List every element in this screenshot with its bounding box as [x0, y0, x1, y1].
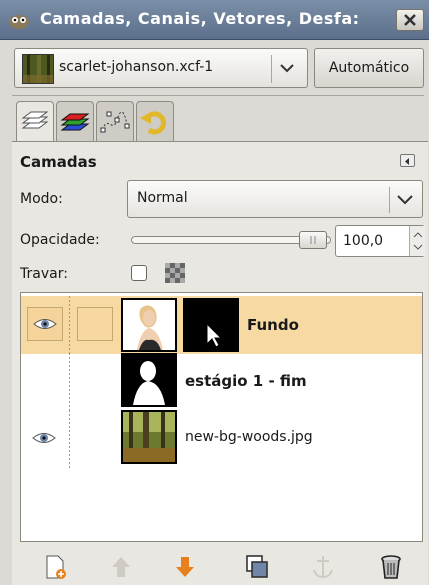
anchor-layer-button[interactable]: [308, 552, 338, 582]
separator: [12, 95, 424, 96]
raise-layer-button[interactable]: [106, 552, 136, 582]
visibility-toggle[interactable]: [27, 307, 63, 341]
undo-icon: [140, 111, 166, 135]
layer-thumbnail: [121, 298, 177, 352]
window-titlebar: Camadas, Canais, Vetores, Desfa:: [0, 0, 429, 40]
layer-name[interactable]: estágio 1 - fim: [185, 372, 307, 390]
channels-icon: [60, 113, 90, 131]
opacity-slider-handle[interactable]: [299, 231, 327, 249]
undo-history-tab[interactable]: [136, 101, 174, 143]
duplicate-icon: [246, 555, 268, 578]
close-button[interactable]: [396, 9, 424, 31]
new-layer-icon: [46, 555, 66, 579]
close-icon: [404, 14, 416, 26]
chevron-down-icon: [280, 64, 294, 73]
image-thumbnail: [22, 54, 54, 84]
duplicate-layer-button[interactable]: [242, 552, 272, 582]
opacity-value: 100,0: [343, 233, 384, 249]
anchor-icon: [313, 556, 333, 579]
gimp-wilber-icon: [9, 15, 29, 29]
layers-list: Fundo estágio 1 - fim new-bg-woods.jpg: [20, 292, 423, 542]
visibility-toggle[interactable]: [27, 422, 63, 456]
chain-toggle[interactable]: [77, 307, 113, 341]
pointer-icon: [185, 300, 237, 350]
layer-thumbnail: [121, 410, 177, 464]
eye-icon: [32, 433, 56, 443]
tree-line: [69, 410, 70, 468]
spin-arrows-icon: [413, 232, 423, 250]
new-layer-button[interactable]: [40, 552, 70, 582]
layers-button-bar: [12, 548, 428, 585]
image-name: scarlet-johanson.xcf-1: [59, 59, 214, 75]
combo-divider: [389, 187, 390, 213]
delete-layer-button[interactable]: [376, 552, 406, 582]
arrow-up-icon: [112, 557, 130, 577]
layer-name[interactable]: new-bg-woods.jpg: [185, 429, 313, 445]
grip-icon: [310, 236, 316, 244]
layer-row-woods[interactable]: new-bg-woods.jpg: [21, 410, 422, 468]
panel-title: Camadas: [20, 153, 97, 171]
window-title: Camadas, Canais, Vetores, Desfa:: [40, 9, 360, 28]
mode-label: Modo:: [20, 191, 63, 207]
layers-tab[interactable]: [16, 101, 54, 145]
eye-icon: [33, 319, 57, 329]
tree-line: [69, 353, 70, 411]
layer-mask-thumbnail: [183, 298, 239, 352]
mode-value: Normal: [137, 190, 188, 206]
combo-divider: [271, 55, 272, 83]
layer-thumbnail: [121, 353, 177, 407]
triangle-left-icon: [405, 158, 409, 165]
lower-layer-button[interactable]: [170, 552, 200, 582]
panel-menu-button[interactable]: [400, 154, 415, 167]
spin-buttons[interactable]: [409, 226, 425, 256]
layer-name[interactable]: Fundo: [247, 316, 299, 334]
arrow-down-icon: [176, 557, 194, 577]
lock-label: Travar:: [20, 266, 68, 282]
paths-tab[interactable]: [96, 101, 134, 143]
auto-button[interactable]: Automático: [314, 48, 424, 88]
lock-pixels-checkbox[interactable]: [131, 265, 147, 281]
trash-icon: [381, 555, 401, 579]
tree-line: [69, 296, 70, 354]
layer-row-estagio[interactable]: estágio 1 - fim: [21, 353, 422, 411]
lock-alpha-icon[interactable]: [165, 263, 185, 283]
layers-icon: [21, 111, 49, 129]
layer-row-fundo[interactable]: Fundo: [21, 296, 422, 354]
mode-select[interactable]: Normal: [127, 180, 423, 218]
paths-icon: [100, 111, 130, 133]
image-selector-combo[interactable]: scarlet-johanson.xcf-1: [14, 48, 308, 88]
channels-tab[interactable]: [56, 101, 94, 143]
opacity-spinbox[interactable]: 100,0: [335, 225, 425, 257]
chevron-down-icon: [397, 195, 413, 205]
opacity-label: Opacidade:: [20, 232, 100, 248]
